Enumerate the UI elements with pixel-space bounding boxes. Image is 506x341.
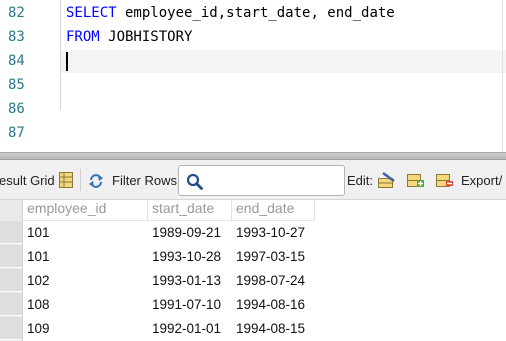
edit-row-icon[interactable] xyxy=(378,172,396,188)
panel-splitter[interactable] xyxy=(0,152,506,160)
result-grid[interactable]: employee_id start_date end_date 101 1989… xyxy=(0,200,506,341)
sql-text: employee_id,start_date, end_date xyxy=(116,5,395,21)
sql-keyword: FROM xyxy=(66,29,100,45)
row-header-column xyxy=(0,200,23,341)
line-number: 86 xyxy=(8,101,25,117)
table-row[interactable]: 101 1993-10-28 1997-03-15 xyxy=(23,245,506,268)
toolbar-separator xyxy=(80,169,81,191)
code-line-from[interactable]: FROM JOBHISTORY xyxy=(66,25,192,49)
row-header[interactable] xyxy=(0,269,22,292)
delete-row-icon[interactable] xyxy=(436,172,454,188)
current-line-highlight xyxy=(61,50,506,73)
column-header-start-date[interactable]: start_date xyxy=(148,200,232,220)
cell-start-date[interactable]: 1992-01-01 xyxy=(152,317,221,340)
table-row[interactable]: 102 1993-01-13 1998-07-24 xyxy=(23,269,506,292)
column-header-end-date[interactable]: end_date xyxy=(232,200,315,220)
cell-start-date[interactable]: 1991-07-10 xyxy=(152,293,221,316)
column-header-employee-id[interactable]: employee_id xyxy=(23,200,148,220)
cell-end-date[interactable]: 1993-10-27 xyxy=(236,221,305,244)
filter-rows-label: Filter Rows: xyxy=(112,173,181,188)
fold-guide xyxy=(60,0,61,110)
right-margin-guide xyxy=(502,0,503,152)
line-number: 82 xyxy=(8,5,25,21)
cell-end-date[interactable]: 1994-08-16 xyxy=(236,293,305,316)
cell-end-date[interactable]: 1997-03-15 xyxy=(236,245,305,268)
filter-rows-input[interactable] xyxy=(178,165,345,196)
cell-employee-id[interactable]: 108 xyxy=(27,293,50,316)
line-number-gutter: 82 83 84 85 86 87 xyxy=(0,0,58,152)
sql-keyword: SELECT xyxy=(66,5,117,21)
row-header[interactable] xyxy=(0,245,22,268)
text-caret xyxy=(66,52,68,71)
search-icon xyxy=(186,173,203,190)
row-header[interactable] xyxy=(0,221,22,244)
cell-end-date[interactable]: 1998-07-24 xyxy=(236,269,305,292)
cell-start-date[interactable]: 1993-10-28 xyxy=(152,245,221,268)
cell-employee-id[interactable]: 102 xyxy=(27,269,50,292)
export-label[interactable]: Export/ xyxy=(461,174,502,188)
table-row[interactable]: 101 1989-09-21 1993-10-27 xyxy=(23,221,506,244)
result-grid-tab-label[interactable]: esult Grid xyxy=(0,174,55,188)
line-number: 83 xyxy=(8,29,25,45)
cell-start-date[interactable]: 1993-01-13 xyxy=(152,269,221,292)
row-header[interactable] xyxy=(0,293,22,316)
line-number: 84 xyxy=(8,53,25,69)
cell-employee-id[interactable]: 101 xyxy=(27,221,50,244)
table-row[interactable]: 109 1992-01-01 1994-08-15 xyxy=(23,317,506,340)
code-line-select[interactable]: SELECT employee_id,start_date, end_date xyxy=(66,1,395,25)
edit-label: Edit: xyxy=(347,173,374,188)
cell-start-date[interactable]: 1989-09-21 xyxy=(152,221,221,244)
sql-editor[interactable]: 82 83 84 85 86 87 SELECT employee_id,sta… xyxy=(0,0,506,152)
add-row-icon[interactable] xyxy=(407,172,425,188)
table-row[interactable]: 108 1991-07-10 1994-08-16 xyxy=(23,293,506,316)
sql-text: JOBHISTORY xyxy=(99,29,193,45)
grid-layout-icon[interactable] xyxy=(59,172,73,188)
line-number: 87 xyxy=(8,125,25,141)
cell-end-date[interactable]: 1994-08-15 xyxy=(236,317,305,340)
refresh-icon[interactable] xyxy=(88,173,104,189)
cell-employee-id[interactable]: 101 xyxy=(27,245,50,268)
cell-employee-id[interactable]: 109 xyxy=(27,317,50,340)
result-toolbar: esult Grid Filter Rows: Edit: Export/ xyxy=(0,160,506,200)
row-header[interactable] xyxy=(0,317,22,340)
line-number: 85 xyxy=(8,77,25,93)
